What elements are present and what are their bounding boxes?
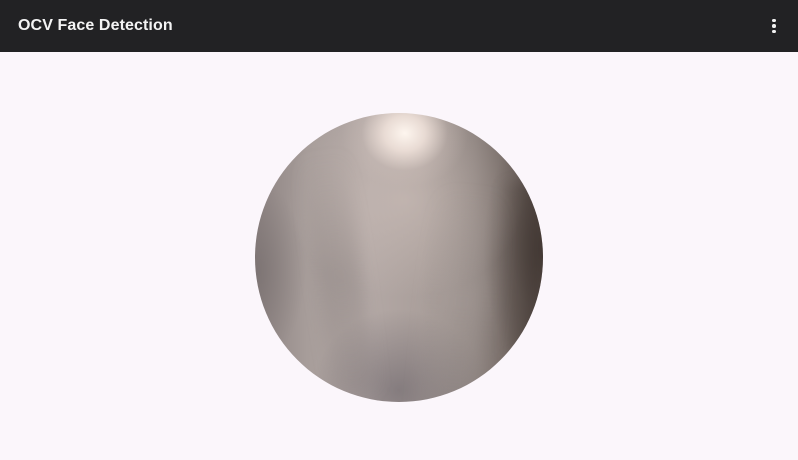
more-vert-icon-dot xyxy=(772,18,776,23)
preview-shading xyxy=(300,151,378,395)
overflow-menu-button[interactable] xyxy=(762,14,786,38)
preview-shading xyxy=(501,183,541,353)
main-content xyxy=(0,52,798,460)
more-vert-icon-dot xyxy=(772,24,776,28)
app-title: OCV Face Detection xyxy=(18,17,173,34)
more-vert-icon-dot xyxy=(772,29,776,34)
camera-preview xyxy=(255,113,543,402)
app-bar: OCV Face Detection xyxy=(0,0,798,52)
preview-shading xyxy=(421,190,501,402)
